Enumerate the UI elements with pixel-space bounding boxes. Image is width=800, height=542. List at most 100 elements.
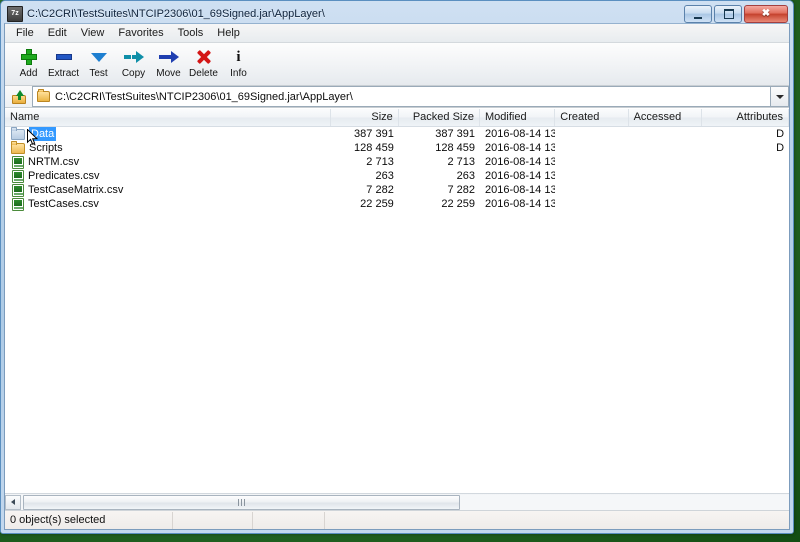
up-one-level-button[interactable]: [8, 86, 30, 107]
menu-item-help[interactable]: Help: [210, 26, 247, 40]
menu-item-favorites[interactable]: Favorites: [111, 26, 170, 40]
up-folder-icon: [11, 89, 27, 104]
menu-item-edit[interactable]: Edit: [41, 26, 74, 40]
maximize-icon: [724, 8, 734, 19]
minimize-button[interactable]: [684, 4, 712, 23]
table-row[interactable]: Scripts 128 459 128 459 2016-08-14 13:47 D: [5, 141, 789, 155]
scroll-left-button[interactable]: [5, 494, 21, 510]
copy-button[interactable]: Copy: [116, 45, 151, 84]
column-header-packed-size[interactable]: Packed Size: [399, 109, 480, 126]
file-name-text: TestCaseMatrix.csv: [28, 184, 124, 196]
delete-button-label: Delete: [189, 68, 218, 79]
app-icon: 7z: [7, 5, 23, 22]
chevron-down-icon: [88, 47, 110, 67]
file-size-cell: 2 713: [366, 156, 394, 168]
move-arrow-icon: [158, 47, 180, 67]
chevron-down-icon: [775, 94, 784, 99]
triangle-left-icon: [11, 499, 15, 505]
window-controls: ✖: [684, 4, 789, 23]
minus-icon: [53, 47, 75, 67]
file-name-text: TestCases.csv: [28, 198, 99, 210]
close-icon: ✖: [761, 7, 771, 19]
grip-icon: [238, 498, 245, 506]
table-row[interactable]: TestCases.csv 22 259 22 259 2016-08-14 13:4…: [5, 197, 789, 211]
client-area: File Edit View Favorites Tools Help Add: [4, 23, 790, 530]
column-header-created[interactable]: Created: [555, 109, 629, 126]
file-packed-cell: 7 282: [447, 184, 476, 196]
add-button[interactable]: Add: [11, 45, 46, 84]
table-row[interactable]: Data 387 391 387 391 2016-08-14 13:47 D: [5, 127, 789, 141]
address-path-text: C:\C2CRI\TestSuites\NTCIP2306\01_69Signe…: [55, 90, 353, 103]
table-row[interactable]: NRTM.csv 2 713 2 713 2016-08-14 13:47: [5, 155, 789, 169]
column-header-modified[interactable]: Modified: [480, 109, 556, 126]
table-row[interactable]: TestCaseMatrix.csv 7 282 7 282 2016-08-14 1…: [5, 183, 789, 197]
address-input[interactable]: C:\C2CRI\TestSuites\NTCIP2306\01_69Signe…: [32, 86, 770, 107]
file-modified-cell: 2016-08-14 13:47: [485, 128, 556, 140]
file-name-text: NRTM.csv: [28, 156, 80, 168]
file-name-text: Scripts: [29, 142, 63, 154]
file-name-cell: Data: [5, 127, 331, 141]
address-bar: C:\C2CRI\TestSuites\NTCIP2306\01_69Signe…: [5, 86, 789, 108]
column-header-accessed[interactable]: Accessed: [629, 109, 702, 126]
menu-item-view[interactable]: View: [74, 26, 112, 40]
folder-icon: [11, 127, 25, 140]
menu-item-tools[interactable]: Tools: [171, 26, 211, 40]
address-dropdown-button[interactable]: [770, 86, 789, 107]
column-header-size[interactable]: Size: [331, 109, 399, 126]
file-rows[interactable]: Data387 391387 3912016-08-14 13:47DScrip…: [5, 127, 789, 493]
table-row[interactable]: Predicates.csv 263 263 2016-08-14 13:47: [5, 169, 789, 183]
delete-x-icon: [193, 47, 215, 67]
column-headers: Name Size Packed Size Modified Created A…: [5, 109, 789, 127]
csv-file-icon: [12, 183, 24, 197]
copy-arrow-icon: [123, 47, 145, 67]
status-panel-3: [253, 511, 325, 529]
horizontal-scrollbar[interactable]: [5, 493, 789, 510]
file-size-cell: 7 282: [366, 184, 394, 196]
seven-zip-window: 7z C:\C2CRI\TestSuites\NTCIP2306\01_69Si…: [0, 0, 794, 534]
column-header-attributes[interactable]: Attributes: [702, 109, 789, 126]
file-packed-cell: 128 459: [435, 142, 476, 154]
file-name-cell: Predicates.csv: [5, 169, 331, 183]
info-button-label: Info: [230, 68, 247, 79]
scrollbar-thumb[interactable]: [23, 494, 460, 510]
file-size-cell: 22 259: [360, 198, 394, 210]
file-list: Name Size Packed Size Modified Created A…: [5, 108, 789, 510]
file-name-cell: Scripts: [5, 141, 331, 155]
file-name-cell: TestCases.csv: [5, 197, 331, 211]
move-button-label: Move: [156, 68, 181, 79]
menu-bar: File Edit View Favorites Tools Help: [5, 24, 789, 43]
file-name-cell: TestCaseMatrix.csv: [5, 183, 331, 197]
plus-icon: [18, 47, 40, 67]
scrollbar-track[interactable]: [21, 494, 789, 510]
status-bar: 0 object(s) selected: [5, 510, 789, 529]
file-name-text: Predicates.csv: [28, 170, 100, 182]
file-size-cell: 387 391: [354, 128, 394, 140]
test-button[interactable]: Test: [81, 45, 116, 84]
file-size-cell: 128 459: [354, 142, 394, 154]
file-packed-cell: 263: [456, 170, 476, 182]
toolbar: Add Extract Test Copy Move Delete i Info: [5, 43, 789, 86]
menu-item-file[interactable]: File: [9, 26, 41, 40]
info-button[interactable]: i Info: [221, 45, 256, 84]
file-packed-cell: 22 259: [441, 198, 476, 210]
status-panel-2: [173, 511, 253, 529]
file-modified-cell: 2016-08-14 13:47: [485, 156, 556, 168]
status-selection: 0 object(s) selected: [5, 511, 173, 529]
csv-file-icon: [12, 169, 24, 183]
move-button[interactable]: Move: [151, 45, 186, 84]
extract-button[interactable]: Extract: [46, 45, 81, 84]
test-button-label: Test: [89, 68, 108, 79]
file-size-cell: 263: [375, 170, 394, 182]
file-modified-cell: 2016-08-14 13:47: [485, 184, 556, 196]
close-button[interactable]: ✖: [744, 4, 788, 23]
folder-icon: [37, 89, 50, 102]
info-icon: i: [236, 49, 241, 65]
window-title: C:\C2CRI\TestSuites\NTCIP2306\01_69Signe…: [27, 7, 325, 20]
file-modified-cell: 2016-08-14 13:47: [485, 170, 556, 182]
screen: 7z C:\C2CRI\TestSuites\NTCIP2306\01_69Si…: [0, 0, 800, 542]
column-header-name[interactable]: Name: [5, 109, 332, 126]
delete-button[interactable]: Delete: [186, 45, 221, 84]
file-name-cell: NRTM.csv: [5, 155, 331, 169]
maximize-button[interactable]: [714, 4, 742, 23]
title-bar[interactable]: 7z C:\C2CRI\TestSuites\NTCIP2306\01_69Si…: [4, 4, 790, 23]
